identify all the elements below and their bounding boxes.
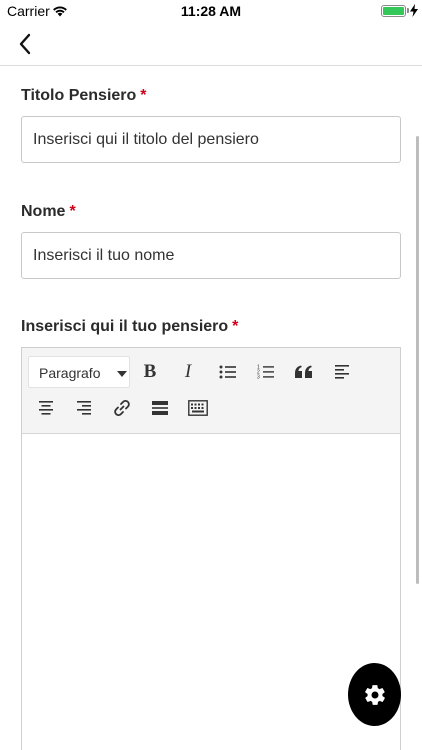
caret-down-icon (117, 371, 127, 377)
horizontal-line-button[interactable] (146, 394, 174, 422)
required-mark: * (232, 318, 239, 335)
heading-select[interactable]: Paragrafo (28, 356, 130, 388)
italic-button[interactable]: I (174, 358, 202, 386)
battery-icon (381, 5, 406, 17)
rich-text-editor: Paragrafo B I 1 2 3 (21, 347, 401, 750)
title-input[interactable] (21, 116, 401, 163)
required-mark: * (69, 203, 76, 220)
align-center-icon (39, 401, 53, 415)
special-characters-button[interactable] (184, 394, 212, 422)
name-field-label: Nome * (21, 203, 76, 221)
link-icon (114, 400, 130, 416)
numbered-list-button[interactable]: 1 2 3 (252, 358, 280, 386)
back-button[interactable] (14, 31, 38, 57)
battery-level (383, 7, 404, 15)
align-right-button[interactable] (70, 394, 98, 422)
numbered-list-icon: 1 2 3 (257, 365, 274, 381)
bold-icon: B (143, 361, 157, 382)
editor-content-area[interactable] (22, 435, 400, 750)
battery-cap (407, 8, 409, 13)
nav-bar (0, 22, 422, 66)
scrollbar[interactable] (416, 136, 419, 584)
name-label-text: Nome (21, 203, 66, 220)
align-left-icon (335, 365, 349, 379)
bulleted-list-icon (219, 365, 236, 379)
bulleted-list-button[interactable] (214, 358, 242, 386)
settings-button[interactable] (348, 663, 401, 726)
italic-icon: I (184, 361, 192, 382)
title-label-text: Titolo Pensiero (21, 87, 137, 104)
clock: 11:28 AM (180, 3, 242, 19)
block-quote-button[interactable] (290, 358, 318, 386)
title-field-label: Titolo Pensiero * (21, 87, 147, 105)
editor-toolbar: Paragrafo B I 1 2 3 (22, 348, 400, 434)
align-right-icon (77, 401, 91, 415)
link-button[interactable] (108, 394, 136, 422)
status-bar: Carrier 11:28 AM (0, 0, 422, 22)
gear-icon (364, 684, 385, 705)
heading-select-value: Paragrafo (39, 365, 101, 381)
name-input[interactable] (21, 232, 401, 279)
keyboard-icon (188, 400, 208, 416)
thought-label-text: Inserisci qui il tuo pensiero (21, 318, 229, 335)
bold-button[interactable]: B (136, 358, 164, 386)
charging-bolt-icon (410, 4, 418, 22)
required-mark: * (140, 87, 147, 104)
chevron-left-icon (19, 33, 31, 55)
align-center-button[interactable] (32, 394, 60, 422)
align-left-button[interactable] (328, 358, 356, 386)
svg-text:3: 3 (257, 375, 260, 381)
block-quote-icon (295, 365, 312, 378)
thought-field-label: Inserisci qui il tuo pensiero * (21, 318, 238, 336)
horizontal-line-icon (152, 401, 168, 415)
